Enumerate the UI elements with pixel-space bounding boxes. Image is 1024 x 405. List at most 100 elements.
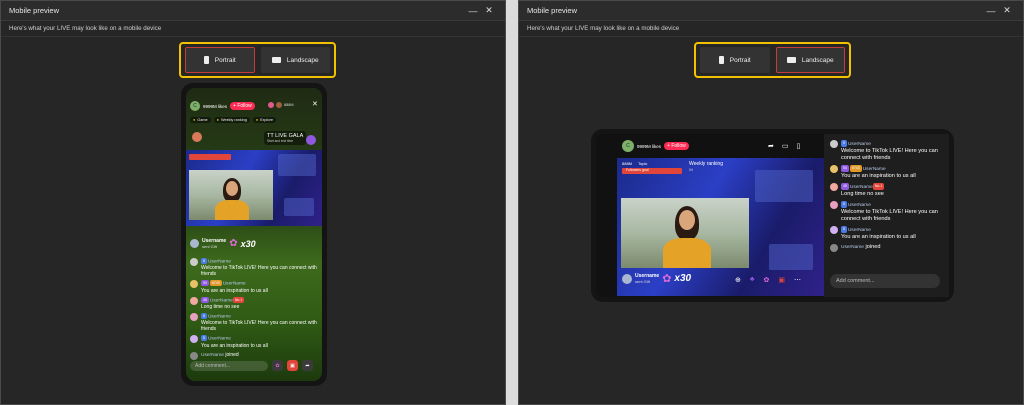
gift-box-icon[interactable]: ▣ (287, 360, 298, 371)
phone-landscape-icon (786, 57, 796, 63)
share-icon[interactable]: ➦ (302, 360, 313, 371)
chat-avatar (830, 243, 838, 252)
viewer-avatar (268, 102, 274, 108)
phone-landscape-icon (271, 57, 281, 63)
rose-gift-icon[interactable]: ✿ (272, 360, 283, 371)
screen-icon[interactable]: ▭ (782, 142, 789, 150)
chat-text: Welcome to TikTok LIVE! Here you can con… (841, 147, 938, 161)
chat-text: You are an inspiration to us all (841, 172, 916, 179)
minimize-icon[interactable]: — (983, 6, 999, 16)
people-icon[interactable]: ♣ (750, 276, 755, 284)
person-face (679, 210, 695, 230)
portrait-button[interactable]: Portrait (185, 47, 255, 73)
stream-video: 888M Topic Followers goal Weekly ranking… (617, 158, 824, 296)
close-icon[interactable]: ✕ (999, 5, 1015, 16)
game-pill[interactable]: ● Game (190, 117, 211, 123)
close-live-icon[interactable]: ✕ (312, 100, 318, 108)
chat-message: 50 #743 UserName You are an inspiration to … (190, 280, 318, 294)
host-avatar: C (190, 101, 200, 111)
portrait-button[interactable]: Portrait (700, 47, 770, 73)
layout-icon[interactable]: ▯ (797, 142, 801, 150)
mobile-preview-window-landscape: Mobile preview — ✕ Here's what your LIVE… (518, 0, 1024, 405)
gift-notification: Username sent Gift ✿ x30 (190, 238, 256, 249)
gift-icon: ✿ (229, 238, 238, 249)
level-badge: 45 (201, 296, 209, 303)
compass-icon: ● (255, 118, 259, 122)
trophy-icon: ● (216, 118, 219, 122)
chat-avatar (190, 351, 198, 360)
level-badge: 5 (841, 200, 847, 208)
top-actions: ➦ ▭ ▯ (768, 142, 800, 150)
explore-pill[interactable]: ● Explore (252, 117, 276, 123)
followers-goal-bar: Followers goal (622, 168, 682, 174)
more-icon[interactable]: ⋯ (794, 276, 801, 284)
webcam-feed (621, 198, 749, 268)
chat-username: UserName (847, 227, 871, 233)
chat-username: UserName (207, 336, 231, 342)
explore-label: Explore (260, 118, 273, 122)
ranking-value: 5/t (689, 168, 693, 172)
weekly-ranking-label: Weekly ranking (220, 118, 247, 122)
rose-gift-icon[interactable]: ✿ (763, 276, 769, 284)
host-info: C 9999M likes + Follow (190, 101, 255, 111)
rank-badge: No.1 (872, 182, 885, 190)
gamepad-icon[interactable]: ⊕ (735, 276, 741, 284)
chat-text: You are an inspiration to us all (201, 287, 268, 294)
chat-avatar (190, 335, 198, 344)
join-username: UserName (841, 244, 864, 250)
comment-bar: Add comment... (830, 274, 940, 288)
level-badge: 50 (201, 280, 209, 287)
gift-count: x30 (674, 273, 692, 284)
follow-button[interactable]: + Follow (664, 142, 689, 150)
gift-action: sent Gift (202, 244, 217, 249)
phone-frame-portrait: C 9999M likes + Follow 888M ✕ ● Game ● Wee… (181, 83, 327, 386)
chat-avatar (830, 182, 838, 191)
chat-message: 5 UserName You are an inspiration to us al… (830, 225, 946, 241)
add-comment-input[interactable]: Add comment... (830, 274, 940, 288)
portrait-label: Portrait (214, 56, 236, 64)
chat-avatar (190, 280, 198, 289)
stats-row: 888M Topic (622, 161, 647, 166)
portrait-label: Portrait (729, 56, 751, 64)
likes-count: 9999M likes (637, 143, 662, 149)
chat-text: Welcome to TikTok LIVE! Here you can con… (201, 265, 317, 278)
phone-frame-landscape: C 9999M likes + Follow ➦ ▭ ▯ 888M Topic … (591, 129, 954, 302)
gift-notification: Username sent Gift ✿ x30 (622, 272, 691, 285)
chat-message: 50 #743 UserName You are an inspiration to … (830, 164, 946, 180)
chat-avatar (190, 296, 198, 305)
person-body (215, 200, 249, 220)
gala-banner[interactable]: TT LIVE GALA Start and end time (264, 131, 307, 145)
chat-message: 45 UserName No.1 Long time no see (190, 296, 318, 310)
subtitle: Here's what your LIVE may look like on a… (519, 21, 1023, 37)
chat-text: Welcome to TikTok LIVE! Here you can con… (201, 320, 317, 333)
weekly-ranking-pill[interactable]: ● Weekly ranking (213, 117, 250, 123)
close-icon[interactable]: ✕ (481, 5, 497, 16)
join-message: UserName joined (190, 351, 318, 360)
viewer-avatar (276, 102, 282, 108)
chat-avatar (190, 258, 198, 266)
minimize-icon[interactable]: — (465, 6, 481, 16)
chat-avatar (830, 140, 838, 148)
landscape-button[interactable]: Landscape (775, 47, 845, 73)
title-bar: Mobile preview — ✕ (1, 1, 505, 21)
overlay-panel (769, 244, 813, 270)
follow-button[interactable]: + Follow (230, 102, 255, 110)
gift-action: sent Gift (635, 279, 650, 284)
join-text: joined (865, 243, 881, 250)
phone-screen-video: C 9999M likes + Follow ➦ ▭ ▯ 888M Topic … (596, 134, 824, 297)
host-avatar: C (622, 140, 634, 152)
add-comment-input[interactable]: Add comment... (190, 360, 268, 371)
pill-row: ● Game ● Weekly ranking ● Explore (190, 117, 276, 123)
gift-box-icon[interactable]: ▣ (778, 276, 785, 284)
chat-message: 5 UserName Welcome to TikTok LIVE! Here yo… (830, 140, 946, 162)
share-icon[interactable]: ➦ (768, 142, 774, 150)
chat-username: UserName (207, 314, 231, 320)
rank-badge: No.1 (232, 296, 245, 303)
chat-avatar (830, 225, 838, 234)
level-badge: 5 (841, 140, 847, 147)
landscape-button[interactable]: Landscape (260, 47, 330, 73)
gift-user-avatar (622, 273, 632, 284)
orientation-toggle: Portrait Landscape (179, 42, 336, 78)
window-title: Mobile preview (9, 6, 60, 15)
rank-badge: #743 (849, 164, 862, 172)
